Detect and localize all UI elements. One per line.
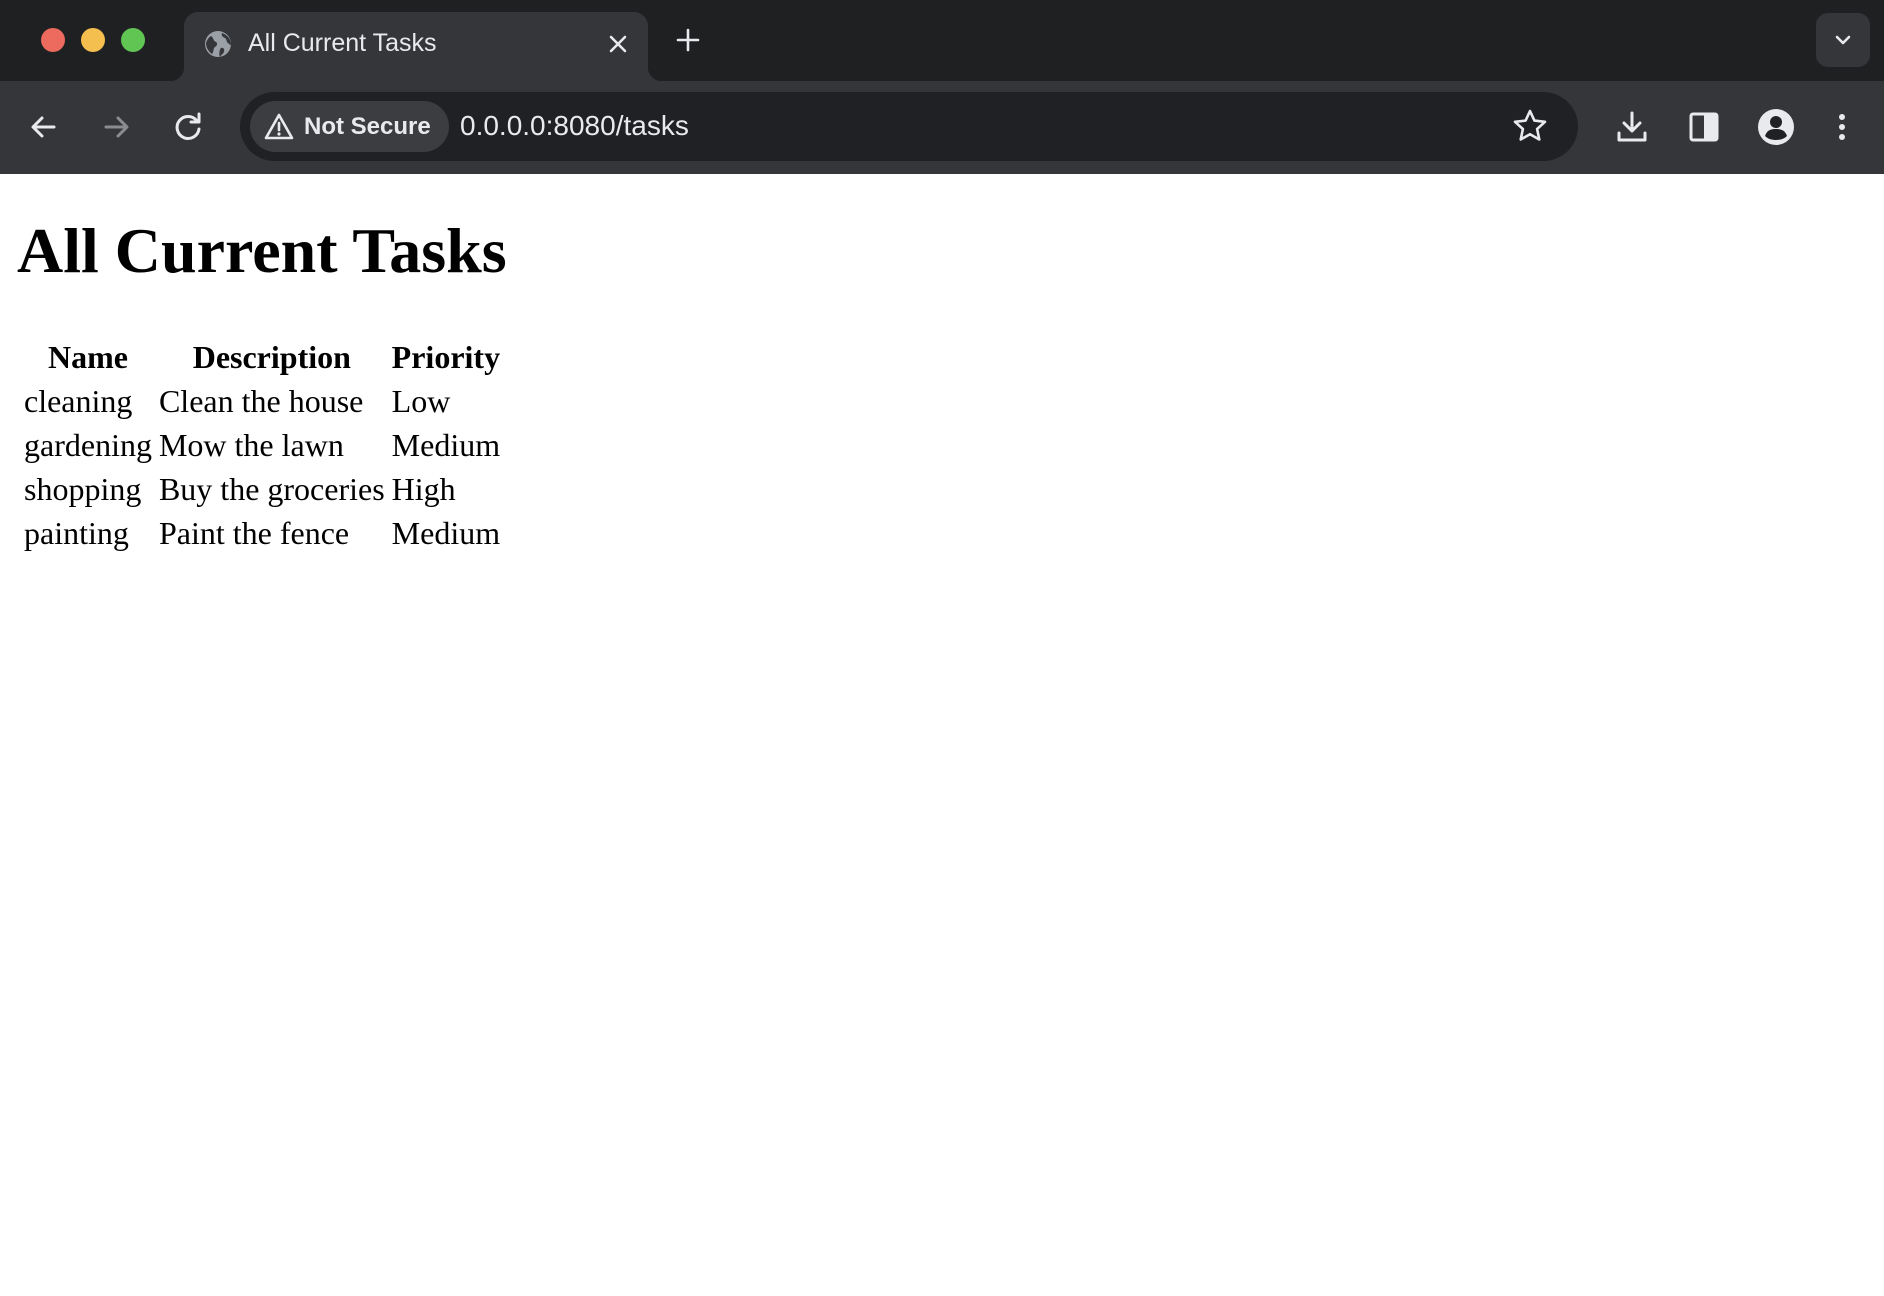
tasks-table: Name Description Priority cleaning Clean… [19,334,505,557]
tab-title: All Current Tasks [248,29,437,57]
address-bar[interactable]: Not Secure 0.0.0.0:8080/tasks [240,92,1578,161]
reload-icon[interactable] [166,105,210,149]
page-title: All Current Tasks [17,215,507,286]
task-priority-cell: Medium [391,515,501,551]
task-name-cell: cleaning [24,383,133,419]
back-arrow-icon[interactable] [22,105,66,149]
task-description-cell: Clean the house [158,383,364,419]
tab-strip: All Current Tasks [0,0,1884,81]
table-row: painting Paint the fence Medium [22,513,502,554]
globe-icon [205,31,231,57]
close-tab-icon[interactable] [602,28,634,60]
table-row: shopping Buy the groceries High [22,469,502,510]
table-row: cleaning Clean the house Low [22,381,502,422]
table-row: gardening Mow the lawn Medium [22,425,502,466]
security-label: Not Secure [304,112,431,140]
fullscreen-window-button[interactable] [121,28,145,52]
task-name-cell: gardening [24,427,152,463]
profile-avatar-icon[interactable] [1754,105,1798,149]
close-window-button[interactable] [41,28,65,52]
task-description-cell: Buy the groceries [158,471,385,507]
table-header-row: Name Description Priority [22,337,502,378]
task-description-cell: Mow the lawn [158,427,344,463]
bookmark-star-icon[interactable] [1510,106,1550,146]
page-content: All Current Tasks Name Description Prior… [0,174,1884,1296]
forward-arrow-icon[interactable] [94,105,138,149]
tab-active[interactable]: All Current Tasks [170,12,662,81]
task-priority-cell: Medium [391,427,501,463]
side-panel-icon[interactable] [1682,105,1726,149]
column-header-priority: Priority [391,339,501,375]
browser-toolbar: Not Secure 0.0.0.0:8080/tasks [0,81,1884,174]
task-description-cell: Paint the fence [158,515,350,551]
new-tab-icon[interactable] [670,22,706,58]
task-priority-cell: High [391,471,456,507]
chevron-down-icon [1835,35,1851,45]
url-text[interactable]: 0.0.0.0:8080/tasks [460,108,689,144]
download-icon[interactable] [1610,105,1654,149]
column-header-description: Description [192,339,351,375]
column-header-name: Name [47,339,128,375]
tab-search-button[interactable] [1816,13,1870,67]
minimize-window-button[interactable] [81,28,105,52]
task-name-cell: shopping [24,471,142,507]
task-priority-cell: Low [391,383,451,419]
task-name-cell: painting [24,515,129,551]
security-indicator[interactable]: Not Secure [250,101,449,152]
kebab-menu-icon[interactable] [1820,105,1864,149]
warning-icon [264,113,294,139]
